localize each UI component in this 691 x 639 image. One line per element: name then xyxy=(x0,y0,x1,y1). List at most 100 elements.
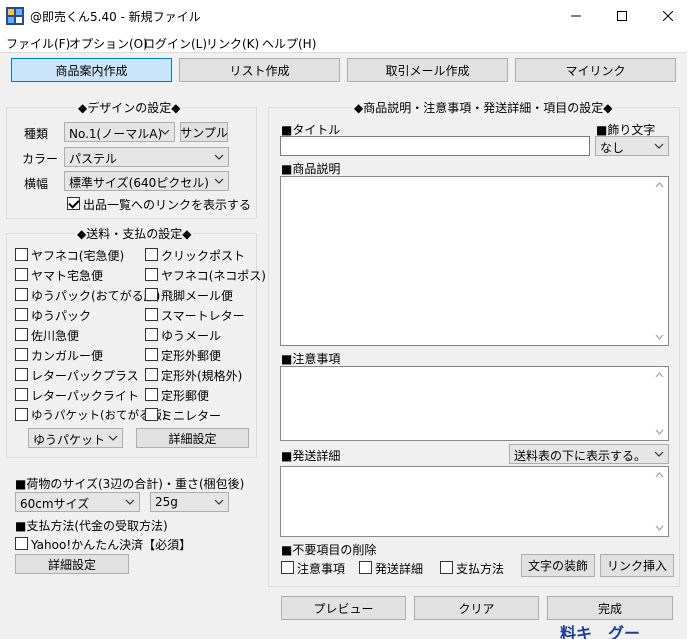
shipping-detail-label: ■発送詳細 xyxy=(281,449,341,463)
package-weight-select[interactable]: 25g xyxy=(150,492,229,512)
ship-left-checkbox[interactable] xyxy=(15,328,28,341)
chevron-down-icon xyxy=(108,435,118,441)
notes-label: ■注意事項 xyxy=(281,352,341,366)
notes-scrollbar[interactable] xyxy=(651,367,668,440)
ship-right-checkbox[interactable] xyxy=(145,328,158,341)
remove-shipping-label: 発送詳細 xyxy=(375,562,424,576)
ship-right-checkbox[interactable] xyxy=(145,248,158,261)
decor-select[interactable]: なし xyxy=(595,136,669,156)
type-select-value: No.1(ノーマルA) xyxy=(69,127,163,141)
list-link-checkbox[interactable] xyxy=(67,197,80,210)
payment-label: Yahoo!かんたん決済【必須】 xyxy=(31,538,192,552)
ship-right-label: 定形外郵便 xyxy=(161,349,222,363)
payment-detail-button[interactable]: 詳細設定 xyxy=(15,554,129,574)
close-button[interactable] xyxy=(645,0,691,32)
ship-left-checkbox[interactable] xyxy=(15,348,28,361)
type-select[interactable]: No.1(ノーマルA) xyxy=(64,122,175,142)
minimize-button[interactable] xyxy=(553,0,599,32)
window-title: @即売くん5.40 - 新規ファイル xyxy=(30,10,201,24)
tab-product-guide[interactable]: 商品案内作成 xyxy=(11,58,172,82)
chevron-down-icon xyxy=(214,178,224,184)
ship-right-checkbox[interactable] xyxy=(145,388,158,401)
chevron-down-icon xyxy=(160,129,170,135)
tab-my-link[interactable]: マイリンク xyxy=(515,58,676,82)
ship-right-label: 飛脚メール便 xyxy=(161,289,234,303)
ship-right-label: ミニレター xyxy=(161,409,222,423)
type-label: 種類 xyxy=(24,127,49,141)
chevron-down-icon xyxy=(654,451,664,457)
ship-right-checkbox[interactable] xyxy=(145,268,158,281)
shipping-method-value: ゆうパケット xyxy=(33,433,106,447)
payment-checkbox[interactable] xyxy=(15,537,28,550)
ship-left-checkbox[interactable] xyxy=(15,248,28,261)
shipping-detail-textarea[interactable] xyxy=(280,466,669,537)
maximize-button[interactable] xyxy=(599,0,645,32)
scroll-up-icon xyxy=(655,182,664,188)
sample-button[interactable]: サンプル xyxy=(180,122,228,142)
ship-right-label: 定形外(規格外) xyxy=(161,369,243,383)
ship-right-checkbox[interactable] xyxy=(145,348,158,361)
ship-left-checkbox[interactable] xyxy=(15,368,28,381)
chevron-down-icon xyxy=(654,143,664,149)
remove-payment-checkbox[interactable] xyxy=(440,561,453,574)
description-textarea[interactable] xyxy=(280,176,669,346)
notes-textarea[interactable] xyxy=(280,366,669,441)
done-button[interactable]: 完成 xyxy=(547,596,673,620)
ship-right-checkbox[interactable] xyxy=(145,408,158,421)
shipping-detail-scrollbar[interactable] xyxy=(651,467,668,536)
list-link-label: 出品一覧へのリンクを表示する xyxy=(83,198,252,212)
payment-title: ■支払方法(代金の受取方法) xyxy=(15,519,168,533)
minimize-icon xyxy=(571,15,581,17)
preview-button[interactable]: プレビュー xyxy=(281,596,406,620)
color-select[interactable]: パステル xyxy=(64,147,229,167)
scroll-up-icon xyxy=(655,372,664,378)
menu-file[interactable]: ファイル(F) xyxy=(6,35,70,52)
remove-items-label: ■不要項目の削除 xyxy=(281,543,377,557)
remove-payment-label: 支払方法 xyxy=(456,562,505,576)
menu-login[interactable]: ログイン(L) xyxy=(143,35,207,52)
app-icon xyxy=(6,7,24,25)
insert-link-button[interactable]: リンク挿入 xyxy=(600,554,674,577)
shipping-detail-button[interactable]: 詳細設定 xyxy=(136,428,249,448)
width-label: 横幅 xyxy=(24,177,49,191)
ship-right-label: クリックポスト xyxy=(161,249,246,263)
design-group-title: ◆デザインの設定◆ xyxy=(76,99,183,116)
package-size-title: ■荷物のサイズ(3辺の合計)・重さ(梱包後) xyxy=(15,477,245,491)
description-scrollbar[interactable] xyxy=(651,177,668,345)
ship-right-checkbox[interactable] xyxy=(145,368,158,381)
ship-left-checkbox[interactable] xyxy=(15,268,28,281)
width-select[interactable]: 標準サイズ(640ピクセル) xyxy=(64,171,229,191)
shipping-group-title: ◆送料・支払の設定◆ xyxy=(75,225,194,242)
description-label: ■商品説明 xyxy=(281,162,341,176)
title-input[interactable] xyxy=(280,136,590,156)
shipping-method-select[interactable]: ゆうパケット xyxy=(28,428,123,448)
width-select-value: 標準サイズ(640ピクセル) xyxy=(69,176,209,190)
menu-link[interactable]: リンク(K) xyxy=(206,35,259,52)
ship-left-label: ヤフネコ(宅急便) xyxy=(31,249,125,263)
text-decoration-button[interactable]: 文字の装飾 xyxy=(521,554,595,577)
remove-notes-checkbox[interactable] xyxy=(281,561,294,574)
ship-right-label: スマートレター xyxy=(161,309,245,323)
package-size-select[interactable]: 60cmサイズ xyxy=(15,492,140,512)
shipping-position-value: 送料表の下に表示する。 xyxy=(514,449,647,463)
clear-button[interactable]: クリア xyxy=(414,596,539,620)
ship-left-checkbox[interactable] xyxy=(15,288,28,301)
decor-select-value: なし xyxy=(600,141,625,155)
ship-left-checkbox[interactable] xyxy=(15,388,28,401)
menu-help[interactable]: ヘルプ(H) xyxy=(262,35,316,52)
ship-right-checkbox[interactable] xyxy=(145,308,158,321)
tab-list[interactable]: リスト作成 xyxy=(179,58,340,82)
chevron-down-icon xyxy=(214,499,224,505)
package-size-value: 60cmサイズ xyxy=(20,497,90,511)
ship-right-label: ゆうメール xyxy=(161,329,222,343)
remove-shipping-checkbox[interactable] xyxy=(359,561,372,574)
ship-left-label: カンガルー便 xyxy=(31,349,104,363)
ship-left-checkbox[interactable] xyxy=(15,308,28,321)
menu-options[interactable]: オプション(O) xyxy=(69,35,148,52)
shipping-position-select[interactable]: 送料表の下に表示する。 xyxy=(509,444,669,464)
ship-right-checkbox[interactable] xyxy=(145,288,158,301)
background-window-strip xyxy=(687,52,691,639)
ship-left-checkbox[interactable] xyxy=(15,408,28,421)
tab-trade-mail[interactable]: 取引メール作成 xyxy=(347,58,508,82)
remove-notes-label: 注意事項 xyxy=(297,562,346,576)
